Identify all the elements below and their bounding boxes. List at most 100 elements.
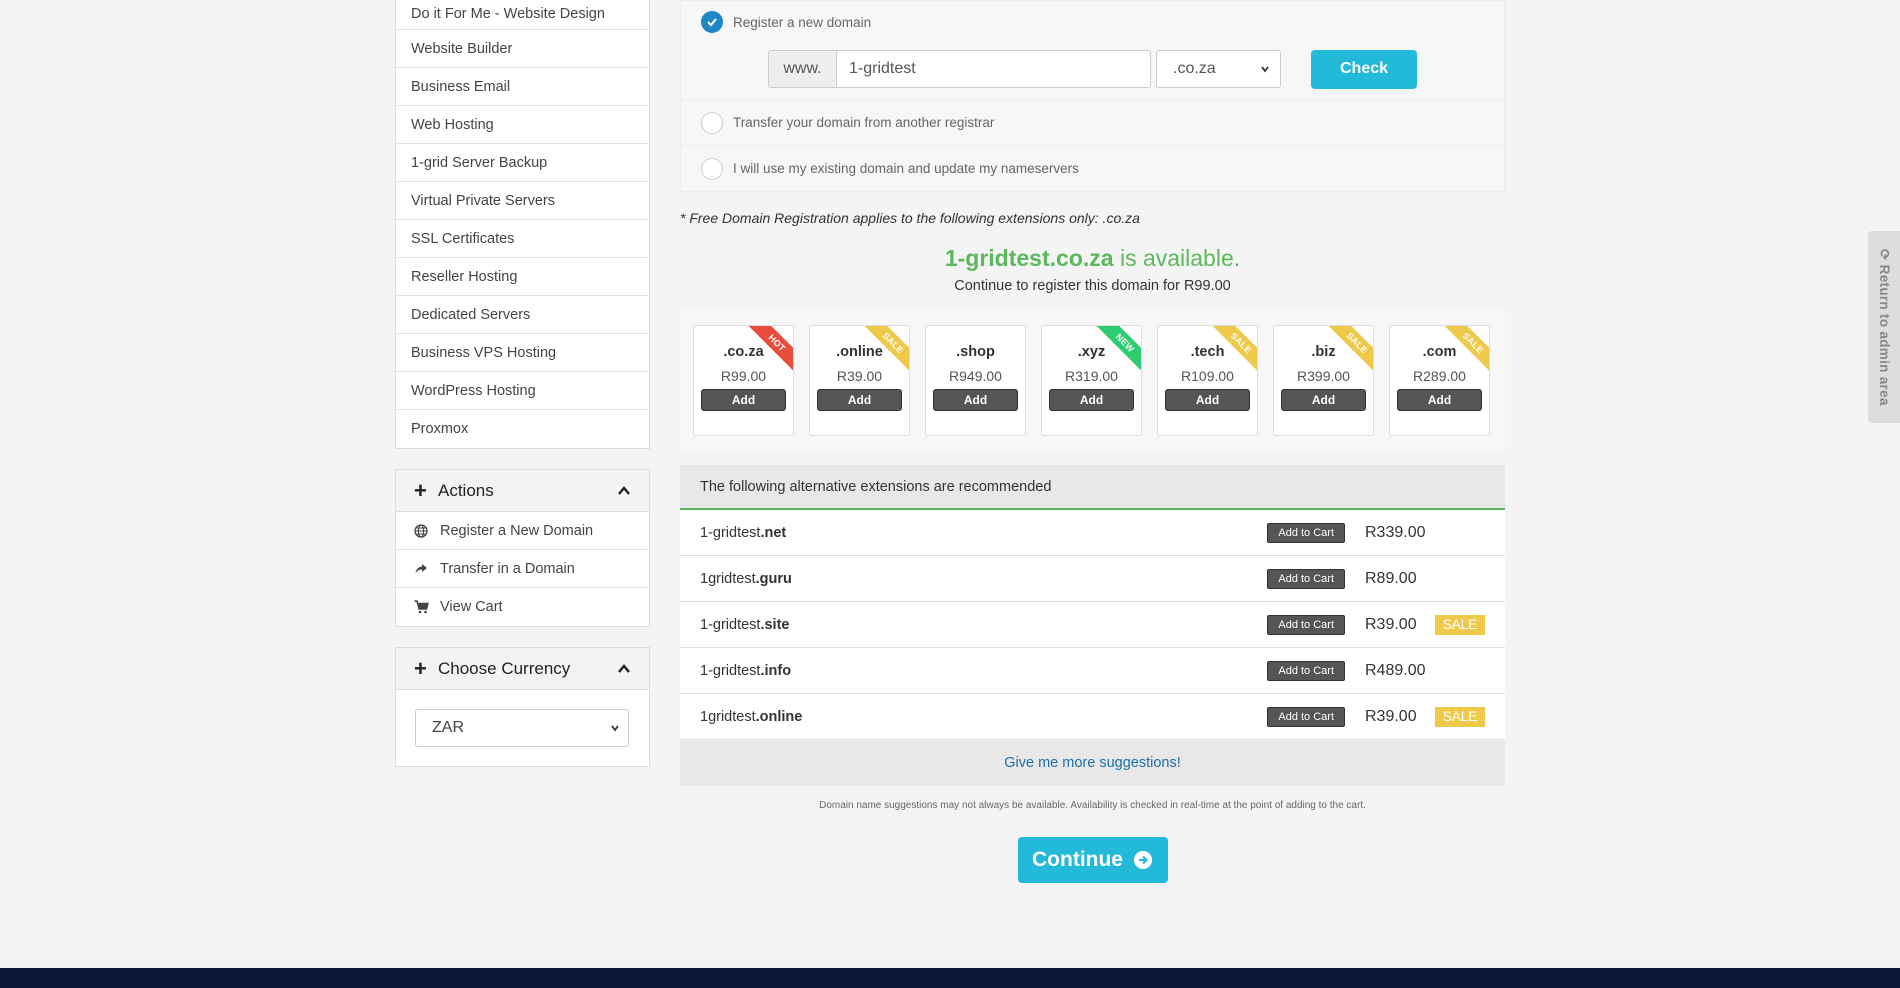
category-item[interactable]: 1-grid Server Backup xyxy=(396,144,649,182)
chevron-up-icon[interactable] xyxy=(617,662,631,676)
category-item[interactable]: Website Builder xyxy=(396,30,649,68)
availability-headline: 1-gridtest.co.za is available. xyxy=(680,245,1505,272)
suggestion-row: 1-gridtest.info Add to Cart R489.00 xyxy=(680,648,1505,694)
spotlight-tld-card: .shop R949.00 Add xyxy=(925,325,1026,436)
category-item[interactable]: SSL Certificates xyxy=(396,220,649,258)
continue-label: Continue xyxy=(1032,848,1123,871)
domain-base: 1-gridtest xyxy=(700,662,761,679)
category-list: Do it For Me - Website Design Website Bui… xyxy=(395,0,650,449)
add-to-cart-button[interactable]: Add to Cart xyxy=(1267,614,1345,635)
spotlight-tlds: HOT .co.za R99.00 Add SALE .online R39.00 Add .s… xyxy=(680,310,1505,450)
existing-option[interactable]: I will use my existing domain and update… xyxy=(681,146,1504,191)
free-domain-note: * Free Domain Registration applies to th… xyxy=(680,210,1140,226)
currency-panel: + Choose Currency ZAR xyxy=(395,647,650,767)
action-label: Register a New Domain xyxy=(440,522,594,539)
tld-price: R949.00 xyxy=(949,368,1002,384)
category-item[interactable]: Dedicated Servers xyxy=(396,296,649,334)
page-footer xyxy=(0,968,1900,988)
suggested-domain: 1gridtest.online xyxy=(700,709,1267,725)
add-tld-button[interactable]: Add xyxy=(1397,389,1482,411)
category-item[interactable]: Web Hosting xyxy=(396,106,649,144)
currency-panel-header[interactable]: + Choose Currency xyxy=(396,648,649,690)
add-tld-button[interactable]: Add xyxy=(1049,389,1134,411)
suggested-domain: 1-gridtest.site xyxy=(700,617,1267,633)
tld-name: .shop xyxy=(956,344,995,360)
suggested-price: R89.00 xyxy=(1365,569,1417,587)
category-item[interactable]: Business VPS Hosting xyxy=(396,334,649,372)
return-admin-label: ⟳ Return to admin area xyxy=(1877,248,1892,406)
domain-base: 1gridtest xyxy=(700,570,756,587)
spotlight-tld-card: HOT .co.za R99.00 Add xyxy=(693,325,794,436)
cart-icon xyxy=(412,600,430,614)
actions-panel-header[interactable]: + Actions xyxy=(396,470,649,512)
category-item[interactable]: WordPress Hosting xyxy=(396,372,649,410)
tld-price: R39.00 xyxy=(836,368,883,384)
share-icon xyxy=(412,562,430,576)
suggested-domain: 1-gridtest.net xyxy=(700,525,1267,541)
chevron-down-icon xyxy=(1261,66,1269,73)
add-to-cart-button[interactable]: Add to Cart xyxy=(1267,568,1345,589)
suggestions-disclaimer: Domain name suggestions may not always b… xyxy=(819,800,1366,811)
transfer-option[interactable]: Transfer your domain from another regist… xyxy=(681,100,1504,145)
actions-list: Register a New Domain Transfer in a Domai… xyxy=(396,512,649,626)
suggested-price: R339.00 xyxy=(1365,523,1426,541)
suggestions-header: The following alternative extensions are… xyxy=(680,465,1505,510)
spotlight-tld-card: SALE .com R289.00 Add xyxy=(1389,325,1490,436)
transfer-radio[interactable] xyxy=(701,111,723,134)
tld-price: R109.00 xyxy=(1181,368,1234,384)
return-admin-text: Return to admin area xyxy=(1877,264,1892,406)
suggestion-row: 1gridtest.guru Add to Cart R89.00 xyxy=(680,556,1505,602)
action-item[interactable]: View Cart xyxy=(396,588,649,626)
spotlight-tld-card: SALE .tech R109.00 Add xyxy=(1157,325,1258,436)
add-to-cart-button[interactable]: Add to Cart xyxy=(1267,522,1345,543)
chevron-down-icon xyxy=(611,725,619,732)
category-item[interactable]: Proxmox xyxy=(396,410,649,448)
domain-base: 1-gridtest xyxy=(700,616,761,633)
suggested-price: R39.00 xyxy=(1365,707,1417,725)
add-tld-button[interactable]: Add xyxy=(933,389,1018,411)
domain-ext: .site xyxy=(760,616,790,633)
suggested-price: R489.00 xyxy=(1365,661,1426,679)
tld-price: R319.00 xyxy=(1065,368,1118,384)
suggestion-row: 1-gridtest.net Add to Cart R339.00 xyxy=(680,510,1505,556)
category-item[interactable]: Reseller Hosting xyxy=(396,258,649,296)
add-tld-button[interactable]: Add xyxy=(817,389,902,411)
action-item[interactable]: Register a New Domain xyxy=(396,512,649,550)
add-to-cart-button[interactable]: Add to Cart xyxy=(1267,706,1345,727)
domain-input[interactable]: 1-gridtest xyxy=(836,50,1151,88)
actions-title: Actions xyxy=(438,480,494,500)
register-radio[interactable] xyxy=(701,11,723,33)
domain-options-box: Register a new domain www. 1-gridtest .c… xyxy=(680,0,1505,192)
suggested-domain: 1gridtest.guru xyxy=(700,571,1267,587)
existing-radio[interactable] xyxy=(701,157,723,180)
action-label: View Cart xyxy=(440,599,503,615)
spotlight-tld-card: SALE .online R39.00 Add xyxy=(809,325,910,436)
arrow-circle-right-icon xyxy=(1133,851,1152,869)
spotlight-tld-card: NEW .xyz R319.00 Add xyxy=(1041,325,1142,436)
add-tld-button[interactable]: Add xyxy=(1165,389,1250,411)
category-item[interactable]: Virtual Private Servers xyxy=(396,182,649,220)
register-option[interactable]: Register a new domain xyxy=(681,1,1504,39)
suggestion-row: 1-gridtest.site Add to Cart R39.00 SALE xyxy=(680,602,1505,648)
tld-select[interactable]: .co.za xyxy=(1156,50,1281,88)
domain-search-form: www. 1-gridtest .co.za Check xyxy=(681,39,1504,99)
suggested-domain: 1-gridtest.info xyxy=(700,663,1267,679)
add-tld-button[interactable]: Add xyxy=(701,389,786,411)
category-item[interactable]: Do it For Me - Website Design xyxy=(396,0,649,30)
currency-select[interactable]: ZAR xyxy=(415,709,629,747)
action-item[interactable]: Transfer in a Domain xyxy=(396,550,649,588)
more-suggestions-link[interactable]: Give me more suggestions! xyxy=(680,740,1505,786)
domain-ext: .online xyxy=(755,708,803,725)
check-button[interactable]: Check xyxy=(1311,49,1417,89)
continue-button[interactable]: Continue xyxy=(1017,837,1168,883)
register-label: Register a new domain xyxy=(733,14,872,30)
category-item[interactable]: Business Email xyxy=(396,68,649,106)
transfer-label: Transfer your domain from another regist… xyxy=(733,115,995,130)
return-admin-tab[interactable]: ⟳ Return to admin area xyxy=(1868,231,1900,423)
chevron-up-icon[interactable] xyxy=(617,484,631,498)
domain-ext: .info xyxy=(760,662,792,679)
tld-price: R99.00 xyxy=(720,368,767,384)
available-domain: 1-gridtest.co.za xyxy=(944,245,1114,271)
add-tld-button[interactable]: Add xyxy=(1281,389,1366,411)
add-to-cart-button[interactable]: Add to Cart xyxy=(1267,660,1345,681)
